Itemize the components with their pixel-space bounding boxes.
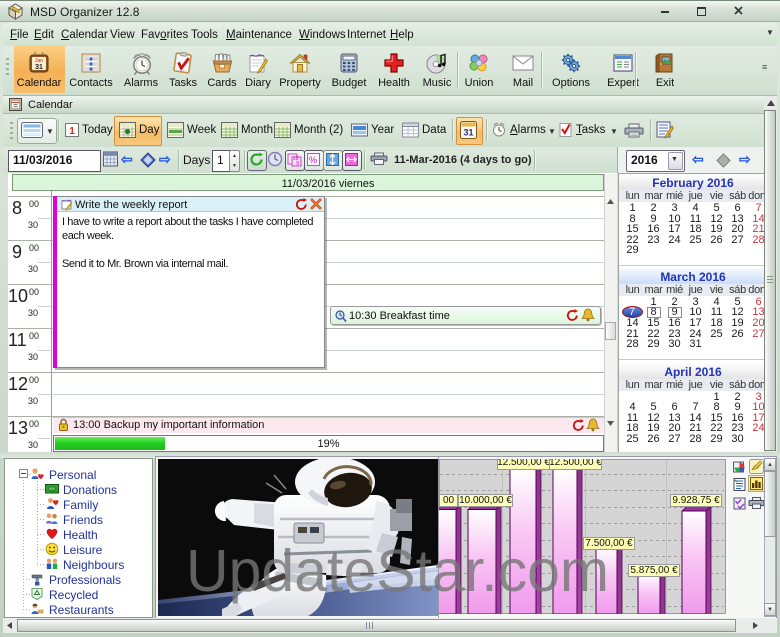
svg-text:31: 31 bbox=[35, 64, 43, 71]
svg-text:1: 1 bbox=[69, 126, 75, 137]
svg-text:31: 31 bbox=[463, 128, 473, 138]
svg-text:$: $ bbox=[50, 487, 53, 493]
svg-text:%: % bbox=[309, 155, 317, 165]
svg-text:9: 9 bbox=[296, 161, 299, 167]
